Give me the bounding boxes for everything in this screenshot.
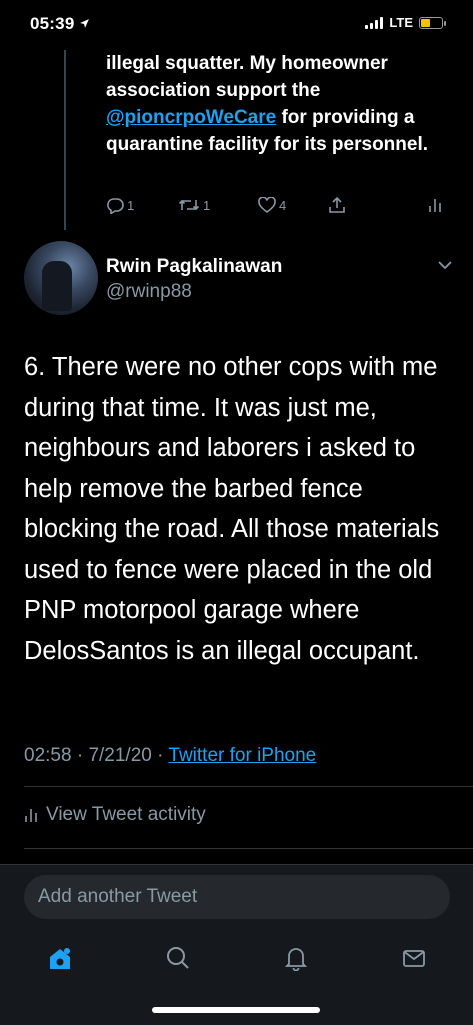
tab-messages[interactable]	[396, 940, 432, 976]
analytics-icon	[429, 199, 441, 212]
mention-link[interactable]: @pioncrpoWeCare	[106, 107, 276, 128]
network-type: LTE	[389, 15, 413, 30]
activity-label: View Tweet activity	[46, 804, 206, 825]
home-indicator	[152, 1007, 320, 1013]
signal-icon	[365, 16, 384, 29]
analytics-icon	[25, 809, 37, 822]
meta-separator: ·	[71, 745, 89, 766]
tweet-time: 02:58	[24, 745, 72, 766]
reply-count: 1	[127, 197, 135, 213]
analytics-button[interactable]	[428, 197, 442, 213]
tab-notifications[interactable]	[278, 940, 314, 976]
divider	[24, 786, 473, 787]
share-button[interactable]	[328, 196, 428, 214]
add-tweet-input[interactable]: Add another Tweet	[24, 875, 450, 919]
divider	[24, 848, 473, 849]
reply-icon	[107, 197, 124, 214]
share-icon	[329, 196, 345, 213]
author-handle[interactable]: @rwinp88	[106, 281, 192, 303]
reply-button[interactable]: 1	[106, 197, 178, 214]
thread-line	[64, 50, 66, 230]
location-arrow-icon	[80, 19, 90, 28]
avatar[interactable]	[24, 241, 98, 315]
messages-icon	[403, 950, 425, 967]
tab-home[interactable]	[42, 940, 78, 976]
tab-bar	[0, 940, 473, 980]
notifications-icon	[284, 948, 308, 971]
search-icon	[167, 947, 189, 969]
chevron-down-icon[interactable]	[436, 259, 454, 271]
previous-tweet-actions: 1 1 4	[106, 196, 451, 214]
like-button[interactable]: 4	[258, 197, 328, 213]
status-indicators: LTE	[365, 15, 446, 30]
home-icon	[50, 948, 70, 969]
tab-search[interactable]	[160, 940, 196, 976]
status-time: 05:39	[30, 14, 90, 34]
previous-tweet-text-start: illegal squatter. My homeowner associati…	[106, 53, 388, 101]
retweet-icon	[178, 199, 200, 211]
author-name[interactable]: Rwin Pagkalinawan	[106, 256, 282, 278]
like-icon	[258, 197, 276, 213]
like-count: 4	[279, 197, 287, 213]
tweet-meta: 02:58 · 7/21/20 · Twitter for iPhone	[24, 745, 316, 767]
meta-separator: ·	[151, 745, 169, 766]
battery-icon	[419, 16, 446, 29]
retweet-count: 1	[203, 197, 211, 213]
retweet-button[interactable]: 1	[178, 197, 258, 213]
status-bar: 05:39 LTE	[0, 0, 473, 50]
view-tweet-activity[interactable]: View Tweet activity	[24, 804, 206, 826]
tweet-date: 7/21/20	[88, 745, 152, 766]
tweet-text: 6. There were no other cops with me duri…	[24, 353, 440, 665]
previous-tweet-text: illegal squatter. My homeowner associati…	[106, 50, 456, 158]
tweet-source-link[interactable]: Twitter for iPhone	[168, 745, 316, 766]
